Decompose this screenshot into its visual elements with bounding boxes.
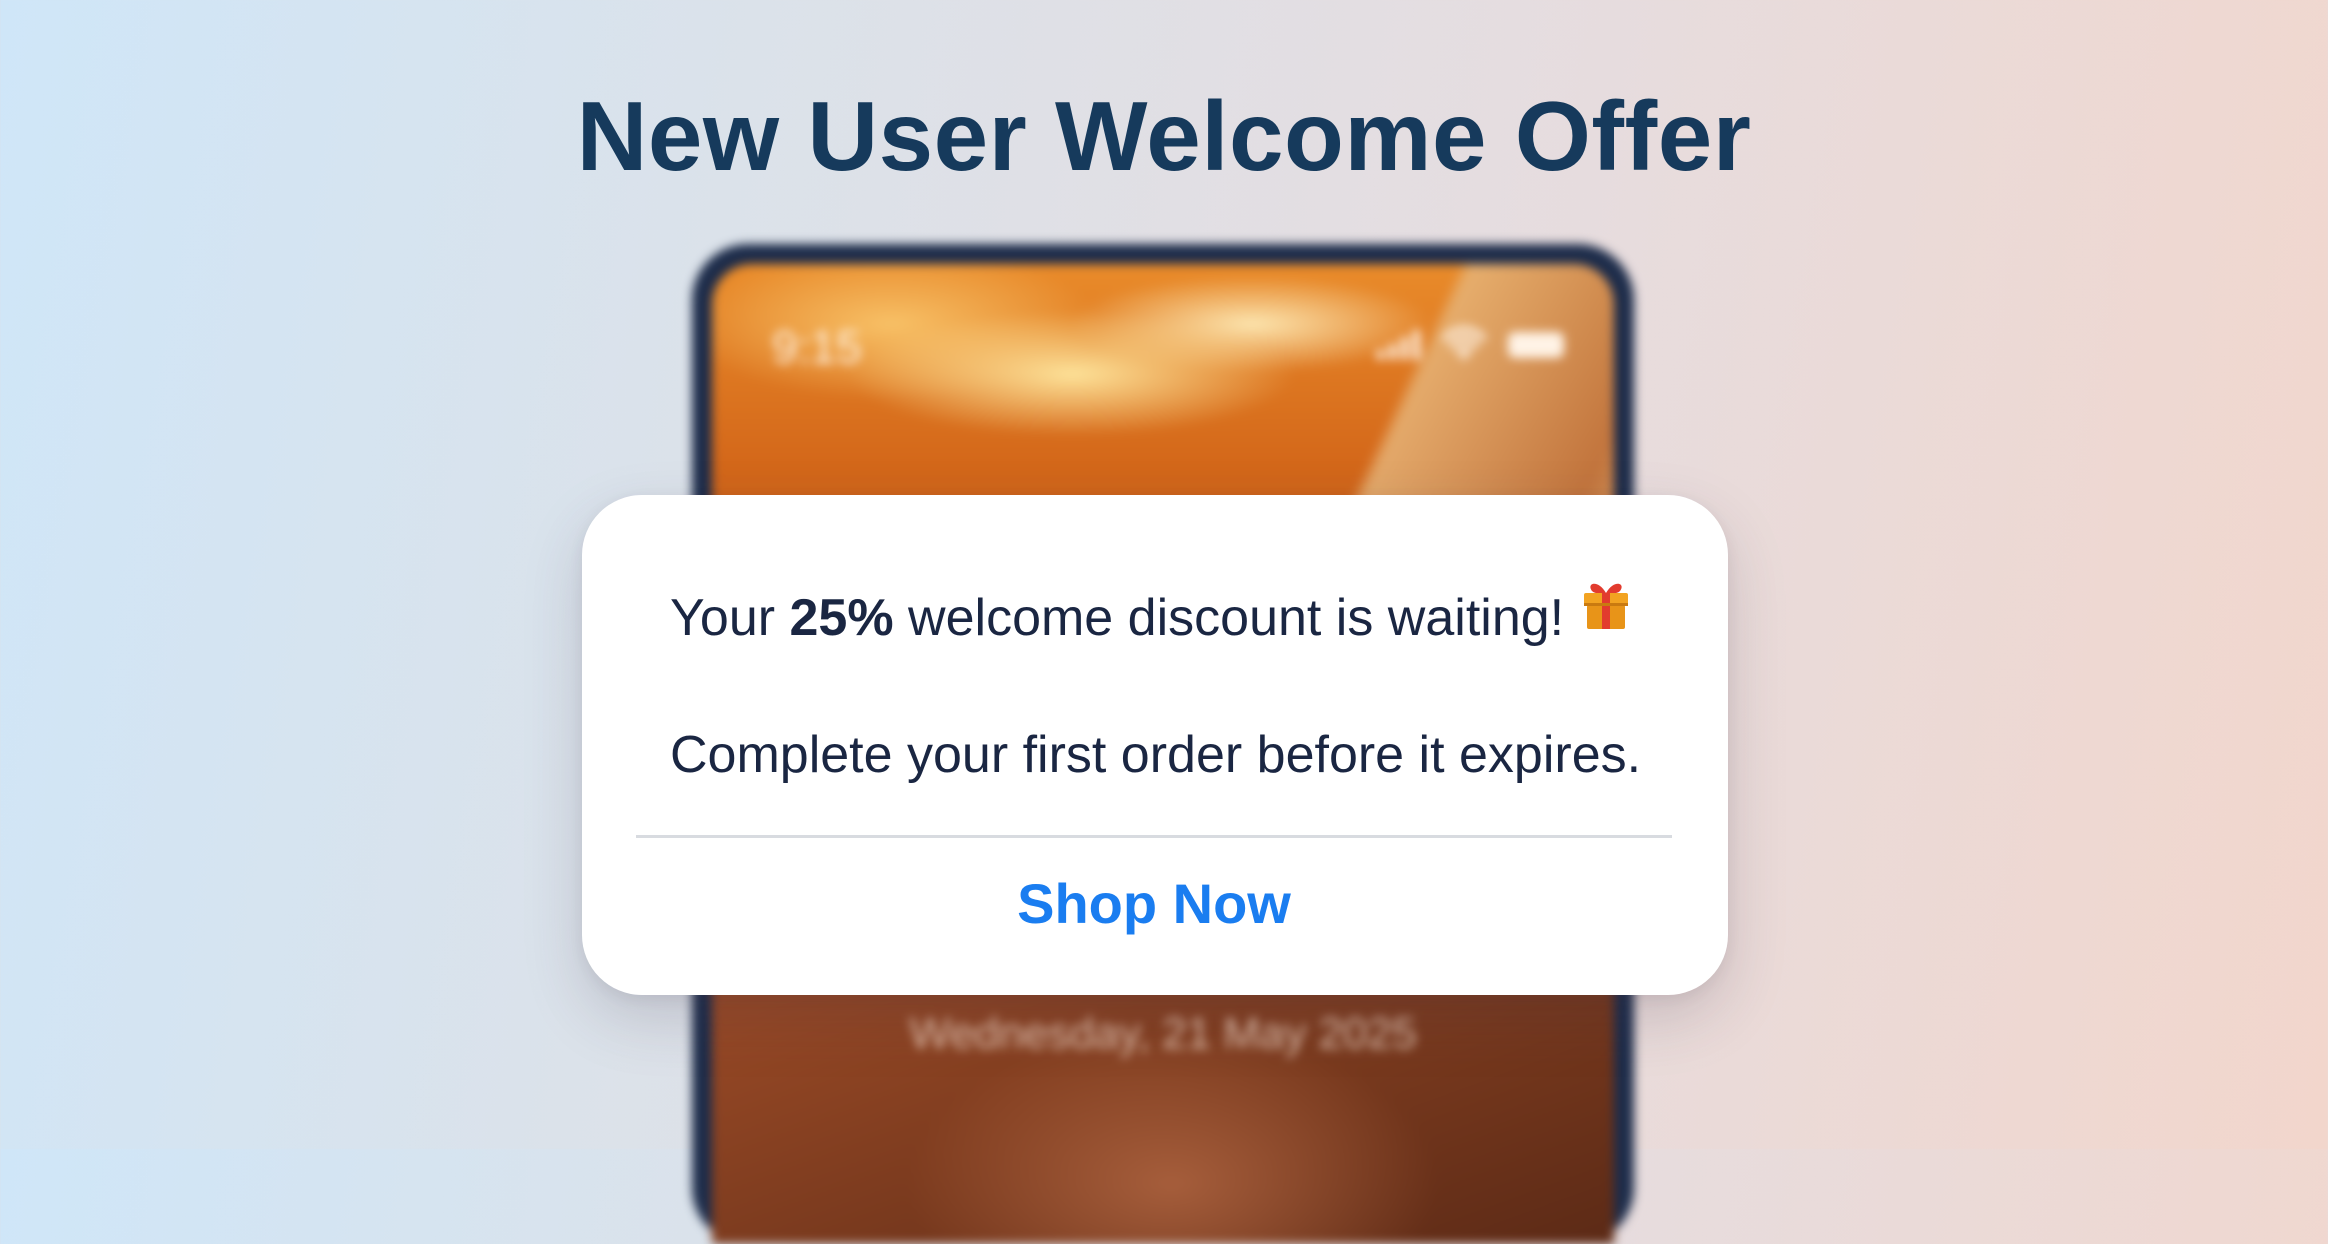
offer-text-end: welcome discount is waiting! — [893, 588, 1565, 647]
status-time: 9:15 — [772, 321, 862, 373]
shop-now-button[interactable]: Shop Now — [636, 838, 1672, 968]
status-icons — [1377, 326, 1564, 360]
offer-message: Your 25% welcome discount is waiting! — [670, 583, 1634, 652]
welcome-offer-dialog: Your 25% welcome discount is waiting! Co… — [582, 495, 1728, 995]
discount-percent: 25% — [789, 588, 894, 647]
signal-icon — [1377, 328, 1420, 360]
offer-text-start: Your — [670, 588, 790, 647]
lock-screen-date: Wednesday, 21 May 2025 — [909, 1009, 1417, 1058]
battery-icon — [1508, 332, 1564, 358]
expiry-message: Complete your first order before it expi… — [670, 726, 1642, 784]
gift-icon — [1578, 577, 1634, 646]
wifi-icon — [1442, 326, 1486, 360]
page-title: New User Welcome Offer — [576, 81, 1752, 191]
